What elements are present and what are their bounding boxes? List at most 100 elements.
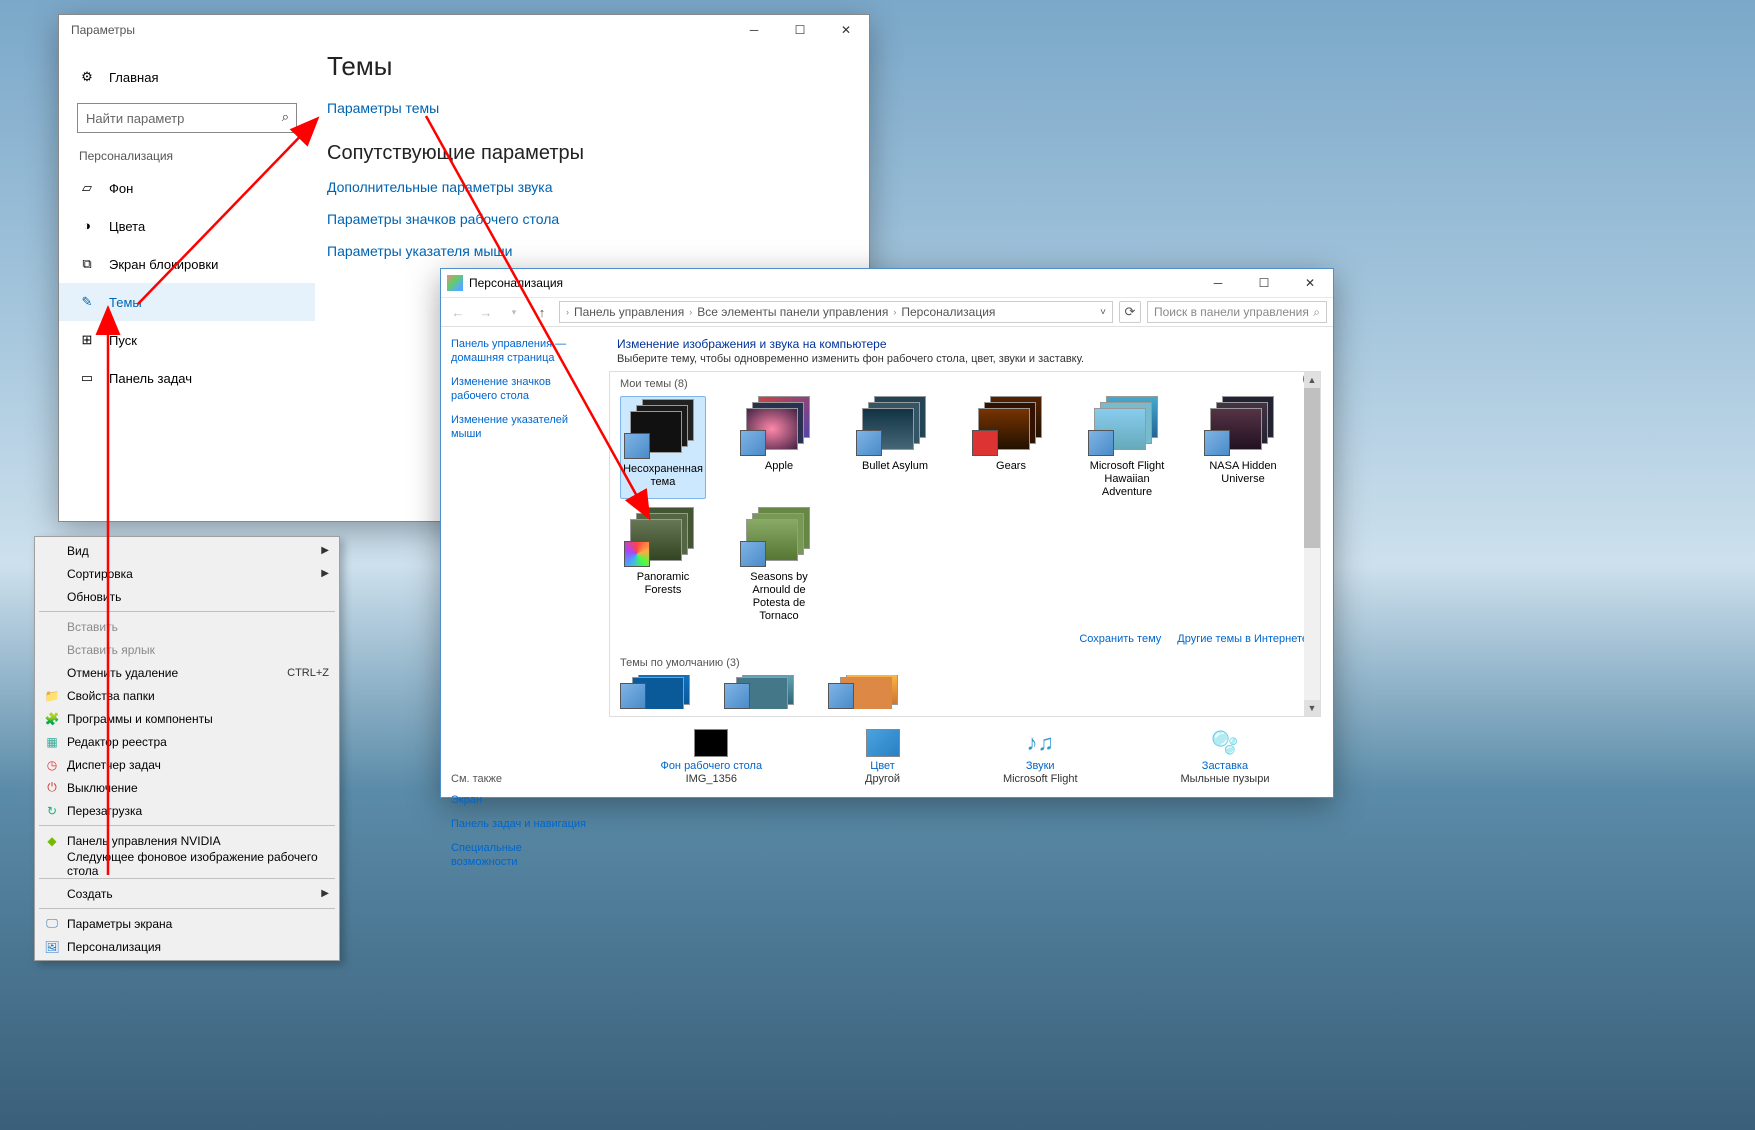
sub-label: Мыльные пузыри bbox=[1180, 773, 1269, 785]
sidebar-item-label: Панель задач bbox=[109, 371, 192, 386]
cp-titlebar[interactable]: Персонализация ─ ☐ ✕ bbox=[441, 269, 1333, 297]
sidebar-item-colors[interactable]: ◑ Цвета bbox=[59, 207, 315, 245]
theme-item-bullet-asylum[interactable]: Bullet Asylum bbox=[852, 396, 938, 499]
color-item[interactable]: Цвет Другой bbox=[865, 729, 900, 785]
ctx-sort[interactable]: Сортировка▶ bbox=[37, 562, 337, 585]
maximize-button[interactable]: ☐ bbox=[777, 15, 823, 45]
sub-label: Microsoft Flight bbox=[1003, 773, 1078, 785]
cp-home-link[interactable]: Панель управления — домашняя страница bbox=[451, 337, 591, 365]
ctx-personalize[interactable]: 🖼Персонализация bbox=[37, 935, 337, 958]
scroll-up-button[interactable]: ▲ bbox=[1304, 372, 1320, 388]
theme-item-nasa[interactable]: NASA Hidden Universe bbox=[1200, 396, 1286, 499]
minimize-button[interactable]: ─ bbox=[731, 15, 777, 45]
cp-window-title: Персонализация bbox=[469, 276, 563, 290]
theme-item-gears[interactable]: Gears bbox=[968, 396, 1054, 499]
nav-up-button[interactable]: ↑ bbox=[531, 301, 553, 323]
breadcrumb-segment[interactable]: Панель управления bbox=[574, 305, 684, 319]
cp-search-box[interactable]: Поиск в панели управления ⌕ bbox=[1147, 301, 1327, 323]
sidebar-item-taskbar[interactable]: ▭ Панель задач bbox=[59, 359, 315, 397]
sounds-item[interactable]: ♪♫ Звуки Microsoft Flight bbox=[1003, 729, 1078, 785]
cp-desktop-icons-link[interactable]: Изменение значков рабочего стола bbox=[451, 375, 591, 403]
window-controls: ─ ☐ ✕ bbox=[731, 15, 869, 45]
nav-recent-button[interactable]: ▾ bbox=[503, 301, 525, 323]
save-theme-link[interactable]: Сохранить тему bbox=[1079, 633, 1161, 645]
see-also-link[interactable]: Панель задач и навигация bbox=[451, 817, 591, 831]
chevron-right-icon: ▶ bbox=[321, 568, 329, 579]
theme-item-default[interactable] bbox=[620, 675, 706, 709]
taskbar-icon: ▭ bbox=[79, 370, 95, 386]
nav-forward-button[interactable]: → bbox=[475, 301, 497, 323]
chevron-right-icon: › bbox=[893, 307, 896, 317]
ctx-undo-delete[interactable]: Отменить удалениеCTRL+Z bbox=[37, 661, 337, 684]
scroll-thumb[interactable] bbox=[1304, 388, 1320, 548]
address-bar[interactable]: › Панель управления › Все элементы панел… bbox=[559, 301, 1113, 323]
programs-icon: 🧩 bbox=[43, 712, 61, 726]
default-themes-label: Темы по умолчанию (3) bbox=[610, 651, 1320, 671]
related-link-mouse-pointer[interactable]: Параметры указателя мыши bbox=[327, 243, 869, 259]
sidebar-home[interactable]: ⚙ Главная bbox=[59, 57, 315, 97]
search-icon: ⌕ bbox=[282, 109, 289, 125]
search-input[interactable] bbox=[77, 103, 297, 133]
theme-settings-link[interactable]: Параметры темы bbox=[327, 100, 869, 116]
ctx-separator bbox=[39, 908, 335, 909]
minimize-button[interactable]: ─ bbox=[1195, 268, 1241, 298]
ctx-view[interactable]: Вид▶ bbox=[37, 539, 337, 562]
theme-thumb bbox=[624, 399, 702, 459]
close-button[interactable]: ✕ bbox=[1287, 268, 1333, 298]
theme-name: Microsoft Flight Hawaiian Adventure bbox=[1084, 460, 1170, 499]
chevron-right-icon: ▶ bbox=[321, 545, 329, 556]
sidebar-item-lockscreen[interactable]: ⧉ Экран блокировки bbox=[59, 245, 315, 283]
theme-item-ms-flight[interactable]: Microsoft Flight Hawaiian Adventure bbox=[1084, 396, 1170, 499]
sidebar-item-label: Фон bbox=[109, 181, 133, 196]
ctx-restart[interactable]: ↻Перезагрузка bbox=[37, 799, 337, 822]
nav-back-button[interactable]: ← bbox=[447, 301, 469, 323]
theme-item-unsaved[interactable]: Несохраненная тема bbox=[620, 396, 706, 499]
breadcrumb-segment[interactable]: Персонализация bbox=[901, 305, 995, 319]
theme-item-default[interactable] bbox=[828, 675, 914, 709]
ctx-paste-shortcut: Вставить ярлык bbox=[37, 638, 337, 661]
ctx-taskmgr[interactable]: ◷Диспетчер задач bbox=[37, 753, 337, 776]
screensaver-item[interactable]: 🫧 Заставка Мыльные пузыри bbox=[1180, 729, 1269, 785]
close-button[interactable]: ✕ bbox=[823, 15, 869, 45]
theme-action-links: Сохранить тему Другие темы в Интернете bbox=[610, 627, 1320, 651]
ctx-shutdown[interactable]: ⏻Выключение bbox=[37, 776, 337, 799]
chevron-right-icon: › bbox=[689, 307, 692, 317]
lock-icon: ⧉ bbox=[79, 256, 95, 272]
search-icon: ⌕ bbox=[1313, 305, 1320, 320]
theme-item-seasons[interactable]: Seasons by Arnould de Potesta de Tornaco bbox=[736, 507, 822, 623]
ctx-regedit[interactable]: ▦Редактор реестра bbox=[37, 730, 337, 753]
related-link-sound[interactable]: Дополнительные параметры звука bbox=[327, 179, 869, 195]
breadcrumb-segment[interactable]: Все элементы панели управления bbox=[697, 305, 888, 319]
dropdown-icon[interactable]: ˅ bbox=[1100, 307, 1106, 318]
ctx-next-wallpaper[interactable]: Следующее фоновое изображение рабочего с… bbox=[37, 852, 337, 875]
sidebar-item-background[interactable]: ▱ Фон bbox=[59, 169, 315, 207]
cp-mouse-pointers-link[interactable]: Изменение указателей мыши bbox=[451, 413, 591, 441]
maximize-button[interactable]: ☐ bbox=[1241, 268, 1287, 298]
ctx-display-settings[interactable]: 🖵Параметры экрана bbox=[37, 912, 337, 935]
ctx-programs[interactable]: 🧩Программы и компоненты bbox=[37, 707, 337, 730]
scroll-down-button[interactable]: ▼ bbox=[1304, 700, 1320, 716]
ctx-folder-props[interactable]: 📁Свойства папки bbox=[37, 684, 337, 707]
refresh-button[interactable]: ⟳ bbox=[1119, 301, 1141, 323]
desktop-background-item[interactable]: Фон рабочего стола IMG_1356 bbox=[660, 729, 762, 785]
ctx-new[interactable]: Создать▶ bbox=[37, 882, 337, 905]
cp-main-content: Изменение изображения и звука на компьют… bbox=[601, 327, 1333, 797]
theme-item-default[interactable] bbox=[724, 675, 810, 709]
see-also-link[interactable]: Экран bbox=[451, 793, 591, 807]
window-controls: ─ ☐ ✕ bbox=[1195, 268, 1333, 298]
sidebar-item-themes[interactable]: ✎ Темы bbox=[59, 283, 315, 321]
settings-titlebar[interactable]: Параметры ─ ☐ ✕ bbox=[59, 15, 869, 45]
scrollbar[interactable]: ▲ ▼ bbox=[1304, 372, 1320, 716]
theme-item-apple[interactable]: Apple bbox=[736, 396, 822, 499]
link-label: Фон рабочего стола bbox=[660, 760, 762, 772]
sidebar-item-start[interactable]: ⊞ Пуск bbox=[59, 321, 315, 359]
more-themes-link[interactable]: Другие темы в Интернете bbox=[1177, 633, 1308, 645]
theme-thumb bbox=[740, 396, 818, 456]
see-also-link[interactable]: Специальные возможности bbox=[451, 841, 591, 869]
ctx-separator bbox=[39, 878, 335, 879]
ctx-refresh[interactable]: Обновить bbox=[37, 585, 337, 608]
taskmgr-icon: ◷ bbox=[43, 758, 61, 772]
folder-props-icon: 📁 bbox=[43, 689, 61, 703]
related-link-desktop-icons[interactable]: Параметры значков рабочего стола bbox=[327, 211, 869, 227]
theme-item-panoramic-forests[interactable]: Panoramic Forests bbox=[620, 507, 706, 623]
